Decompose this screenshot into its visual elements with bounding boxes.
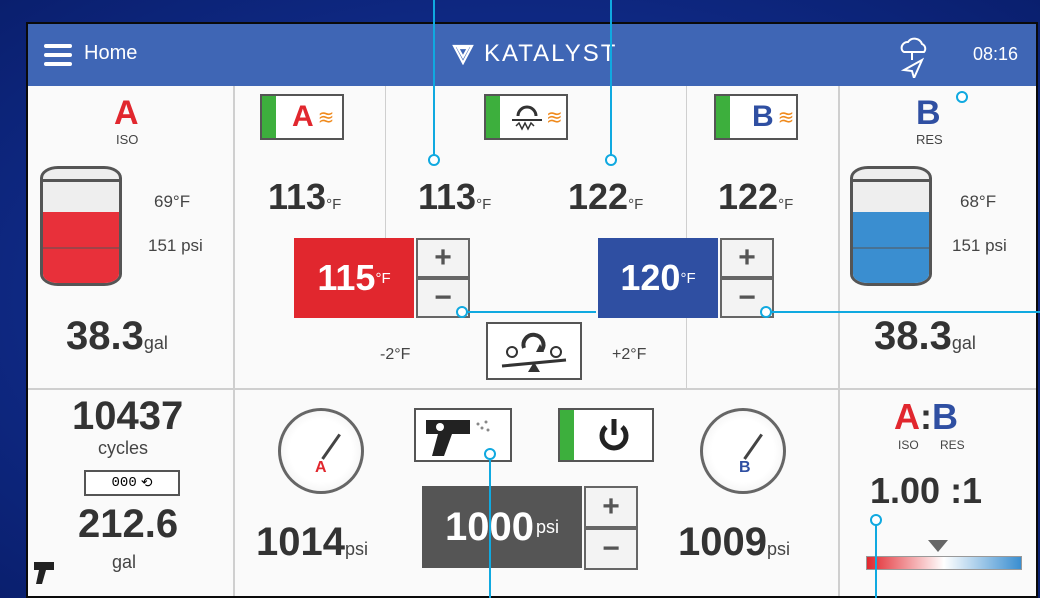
tank-a-letter: A bbox=[114, 94, 139, 132]
pressure-gauge-b: B bbox=[700, 408, 786, 494]
callout-line bbox=[875, 520, 877, 598]
tank-a-volume-value: 38.3 bbox=[66, 314, 144, 358]
heater-a-plus-button[interactable]: + bbox=[416, 238, 470, 278]
heater-b-plus-button[interactable]: + bbox=[720, 238, 774, 278]
callout-dot bbox=[760, 306, 772, 318]
cycles-label: cycles bbox=[98, 438, 149, 458]
hose-b-actual: 122°F bbox=[568, 176, 644, 217]
callout-dot bbox=[428, 154, 440, 166]
offset-plus-label: +2°F bbox=[612, 346, 647, 363]
heater-a-actual: 113°F bbox=[268, 176, 342, 217]
heater-b-setpoint[interactable]: 120 °F bbox=[598, 238, 718, 318]
callout-dot bbox=[605, 154, 617, 166]
divider bbox=[28, 388, 1036, 390]
pump-power-button[interactable] bbox=[558, 408, 654, 462]
tank-b-volume-value: 38.3 bbox=[874, 314, 952, 358]
cloud-location-icon[interactable] bbox=[892, 32, 932, 78]
callout-dot bbox=[870, 514, 882, 526]
hose-heater-icon bbox=[512, 105, 542, 131]
clock: 08:16 bbox=[972, 44, 1018, 64]
hose-heat-button[interactable]: ≋ bbox=[484, 94, 568, 140]
flame-icon: ≋ bbox=[317, 106, 335, 129]
menu-icon[interactable] bbox=[44, 44, 72, 66]
tank-b-volume: 38.3gal bbox=[874, 314, 976, 359]
balance-icon bbox=[501, 332, 567, 372]
total-gallons: 212.6 bbox=[78, 502, 179, 546]
pressure-setpoint[interactable]: 1000 psi bbox=[422, 486, 582, 568]
heater-a-setpoint-value: 115 bbox=[317, 257, 376, 298]
tank-b-sub: RES bbox=[916, 132, 943, 147]
balance-button[interactable] bbox=[486, 322, 582, 380]
tank-b-pressure: 151 psi bbox=[952, 236, 1007, 255]
flame-icon: ≋ bbox=[777, 106, 795, 129]
gauge-a-label: A bbox=[315, 459, 327, 476]
flame-icon: ≋ bbox=[546, 106, 563, 129]
reset-counter-button[interactable]: 000 ⟲ bbox=[84, 470, 180, 496]
tank-a-volume: 38.3gal bbox=[66, 314, 168, 359]
ratio-indicator-icon bbox=[928, 540, 948, 552]
callout-line bbox=[433, 0, 435, 158]
brand-logo: KATALYST bbox=[452, 40, 617, 68]
callout-dot bbox=[456, 306, 468, 318]
gauge-b-label: B bbox=[739, 459, 751, 476]
ratio-bar bbox=[866, 556, 1022, 570]
tank-a-pressure: 151 psi bbox=[148, 236, 203, 255]
pressure-plus-button[interactable]: + bbox=[584, 486, 638, 528]
divider bbox=[686, 309, 687, 388]
ratio-title: A:B bbox=[894, 396, 958, 437]
tank-a-icon bbox=[40, 166, 122, 286]
pressure-minus-button[interactable]: − bbox=[584, 528, 638, 570]
ratio-a-sub: ISO bbox=[898, 438, 919, 452]
tank-b-temp: 68°F bbox=[960, 192, 997, 211]
callout-dot bbox=[956, 91, 968, 103]
home-label[interactable]: Home bbox=[84, 42, 137, 65]
hose-a-actual: 113°F bbox=[418, 176, 492, 217]
divider bbox=[385, 86, 386, 246]
callout-line bbox=[770, 311, 1040, 313]
ratio-b-sub: RES bbox=[940, 438, 965, 452]
power-icon bbox=[599, 419, 629, 451]
offset-minus-label: -2°F bbox=[380, 346, 411, 363]
callout-line bbox=[466, 311, 596, 313]
callout-line bbox=[610, 0, 612, 158]
ratio-value: 1.00 :1 bbox=[870, 470, 983, 511]
spray-gun-icon bbox=[34, 562, 54, 584]
brand-name: KATALYST bbox=[484, 40, 618, 67]
tank-b-letter: B bbox=[916, 94, 941, 132]
heater-a-button[interactable]: A ≋ bbox=[260, 94, 344, 140]
tank-a-volume-unit: gal bbox=[143, 333, 168, 353]
divider bbox=[233, 86, 235, 596]
pressure-gauge-a: A bbox=[278, 408, 364, 494]
tank-a-temp: 69°F bbox=[154, 192, 191, 211]
spray-mode-button[interactable] bbox=[414, 408, 512, 462]
gallons-label: gal bbox=[112, 552, 137, 572]
tank-b-volume-unit: gal bbox=[951, 333, 976, 353]
divider bbox=[838, 86, 840, 596]
pressure-a: 1014psi bbox=[256, 520, 368, 564]
callout-line bbox=[489, 454, 491, 598]
heater-b-setpoint-value: 120 bbox=[620, 257, 681, 298]
heater-b-actual: 122°F bbox=[718, 176, 794, 217]
tank-a-sub: ISO bbox=[116, 132, 139, 147]
reset-icon: ⟲ bbox=[140, 475, 153, 492]
tank-b-icon bbox=[850, 166, 932, 286]
heater-b-button[interactable]: B ≋ bbox=[714, 94, 798, 140]
top-bar: Home KATALYST 08:16 bbox=[28, 24, 1036, 86]
cycle-count: 10437 bbox=[72, 394, 184, 438]
heater-a-setpoint[interactable]: 115 °F bbox=[294, 238, 414, 318]
divider bbox=[686, 86, 687, 246]
katalyst-logo-icon bbox=[452, 44, 474, 65]
pressure-b: 1009psi bbox=[678, 520, 790, 564]
machine-display: Home KATALYST 08:16 A ISO 69°F 151 psi 3… bbox=[26, 22, 1038, 598]
odometer-digits: 000 bbox=[111, 475, 137, 491]
callout-dot bbox=[484, 448, 496, 460]
